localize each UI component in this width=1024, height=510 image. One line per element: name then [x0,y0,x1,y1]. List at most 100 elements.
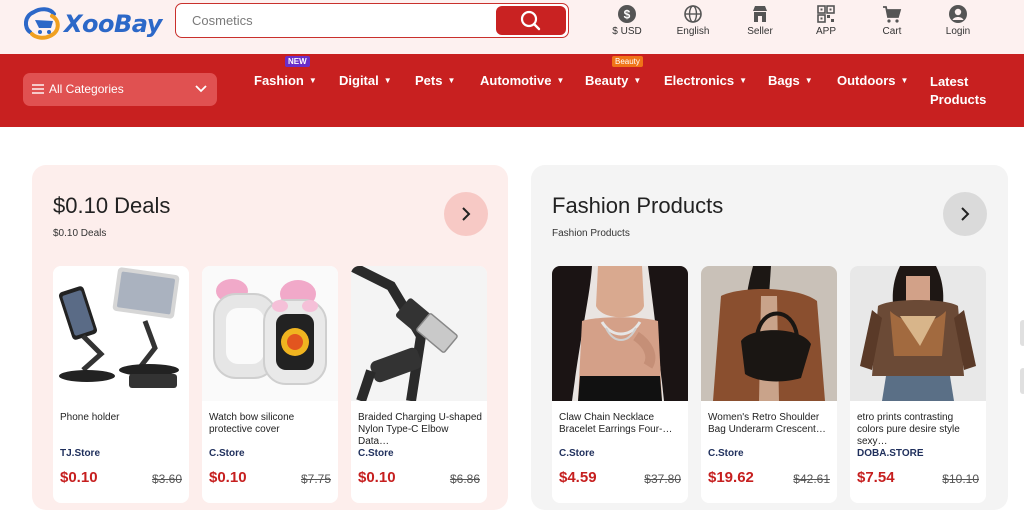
section-title: Fashion Products [552,193,724,218]
globe-icon [684,5,702,23]
product-old-price: $42.61 [793,472,830,486]
product-old-price: $10.10 [942,472,979,486]
section-title: $0.10 Deals [53,193,171,218]
search-bar: Cosmetics [175,3,569,38]
new-badge: NEW [285,56,310,67]
nav-item-digital[interactable]: Digital ▼ [339,73,392,88]
user-icon [949,5,967,23]
product-old-price: $7.75 [300,472,331,486]
product-card[interactable]: etro prints contrasting colors pure desi… [850,266,986,503]
product-name[interactable]: Claw Chain Necklace Bracelet Earrings Fo… [559,412,683,436]
caret-down-icon: ▼ [633,76,642,85]
side-scroll-handle[interactable] [1020,320,1024,346]
caret-down-icon: ▼ [739,76,748,85]
section-subtitle: $0.10 Deals [53,228,107,239]
qr-code-icon [817,5,835,23]
product-image[interactable] [351,266,487,401]
product-price: $0.10 [60,469,98,486]
nav-item-latest-products[interactable]: Latest Products [930,73,986,109]
product-card[interactable]: Braided Charging U-shaped Nylon Type-C E… [351,266,487,503]
product-store[interactable]: C.Store [559,448,595,459]
product-store[interactable]: C.Store [358,448,394,459]
nav-item-label: Beauty [585,73,629,88]
currency-label: $ USD [612,26,642,37]
nav-item-label: Digital [339,73,379,88]
product-image[interactable] [701,266,837,401]
store-icon [753,6,767,22]
chevron-down-icon [195,85,207,93]
caret-down-icon: ▼ [308,76,317,85]
login-label: Login [945,26,971,37]
product-image[interactable] [202,266,338,401]
product-store[interactable]: C.Store [209,448,245,459]
language-label: English [676,26,710,37]
nav-item-label: Products [930,92,987,107]
all-categories-label: All Categories [49,82,124,96]
product-price: $19.62 [708,469,754,486]
caret-down-icon: ▼ [900,76,909,85]
nav-item-electronics[interactable]: Electronics ▼ [664,73,747,88]
search-input[interactable]: Cosmetics [192,4,253,37]
top-bar: XooBay Cosmetics $ $ USD English Seller … [0,0,1024,54]
menu-icon [32,84,44,94]
product-name[interactable]: Phone holder [60,412,184,424]
search-icon [520,10,541,31]
logo[interactable]: XooBay [22,4,162,44]
logo-text: XooBay [64,10,162,38]
fashion-next-button[interactable] [943,192,987,236]
deals-next-button[interactable] [444,192,488,236]
search-button[interactable] [496,6,566,35]
caret-down-icon: ▼ [447,76,456,85]
login-button[interactable]: Login [928,4,988,37]
product-old-price: $37.80 [644,472,681,486]
product-card[interactable]: Phone holder TJ.Store $0.10 $3.60 [53,266,189,503]
product-image[interactable] [53,266,189,401]
seller-label: Seller [747,26,773,37]
nav-item-label: Bags [768,73,800,88]
nav-item-bags[interactable]: Bags ▼ [768,73,813,88]
chevron-right-icon [462,207,471,221]
product-card[interactable]: Watch bow silicone protective cover C.St… [202,266,338,503]
product-store[interactable]: TJ.Store [60,448,100,459]
product-name[interactable]: etro prints contrasting colors pure desi… [857,412,981,448]
nav-item-label: Electronics [664,73,735,88]
category-nav: All Categories NEW Fashion ▼ Digital ▼ Pet… [0,54,1024,127]
chevron-right-icon [961,207,970,221]
product-name[interactable]: Braided Charging U-shaped Nylon Type-C E… [358,412,482,448]
nav-item-beauty[interactable]: Beauty ▼ [585,73,641,88]
all-categories-dropdown[interactable]: All Categories [23,73,217,106]
product-price: $7.54 [857,469,895,486]
product-image[interactable] [552,266,688,401]
product-store[interactable]: C.Store [708,448,744,459]
app-button[interactable]: APP [796,4,856,37]
product-old-price: $3.60 [151,472,182,486]
language-button[interactable]: English [663,4,723,37]
seller-button[interactable]: Seller [730,4,790,37]
svg-text:$: $ [624,8,631,22]
product-price: $0.10 [209,469,247,486]
product-card[interactable]: Claw Chain Necklace Bracelet Earrings Fo… [552,266,688,503]
caret-down-icon: ▼ [383,76,392,85]
beauty-badge: Beauty [612,56,643,67]
cart-button[interactable]: Cart [862,4,922,37]
currency-button[interactable]: $ $ USD [597,4,657,37]
side-scroll-handle[interactable] [1020,368,1024,394]
nav-item-automotive[interactable]: Automotive ▼ [480,73,564,88]
nav-item-label: Fashion [254,73,304,88]
app-label: APP [815,26,836,37]
nav-item-label: Outdoors [837,73,896,88]
nav-item-outdoors[interactable]: Outdoors ▼ [837,73,908,88]
section-subtitle: Fashion Products [552,228,630,239]
nav-item-fashion[interactable]: Fashion ▼ [254,73,317,88]
nav-item-pets[interactable]: Pets ▼ [415,73,455,88]
nav-item-label: Automotive [480,73,552,88]
product-store[interactable]: DOBA.STORE [857,448,924,459]
product-name[interactable]: Watch bow silicone protective cover [209,412,333,436]
product-name[interactable]: Women's Retro Shoulder Bag Underarm Cres… [708,412,832,436]
deals-section: $0.10 Deals $0.10 Deals Phone holder TJ.… [32,165,508,510]
nav-item-label: Latest [930,74,969,89]
product-price: $4.59 [559,469,597,486]
product-card[interactable]: Women's Retro Shoulder Bag Underarm Cres… [701,266,837,503]
product-image[interactable] [850,266,986,401]
nav-item-label: Pets [415,73,443,88]
